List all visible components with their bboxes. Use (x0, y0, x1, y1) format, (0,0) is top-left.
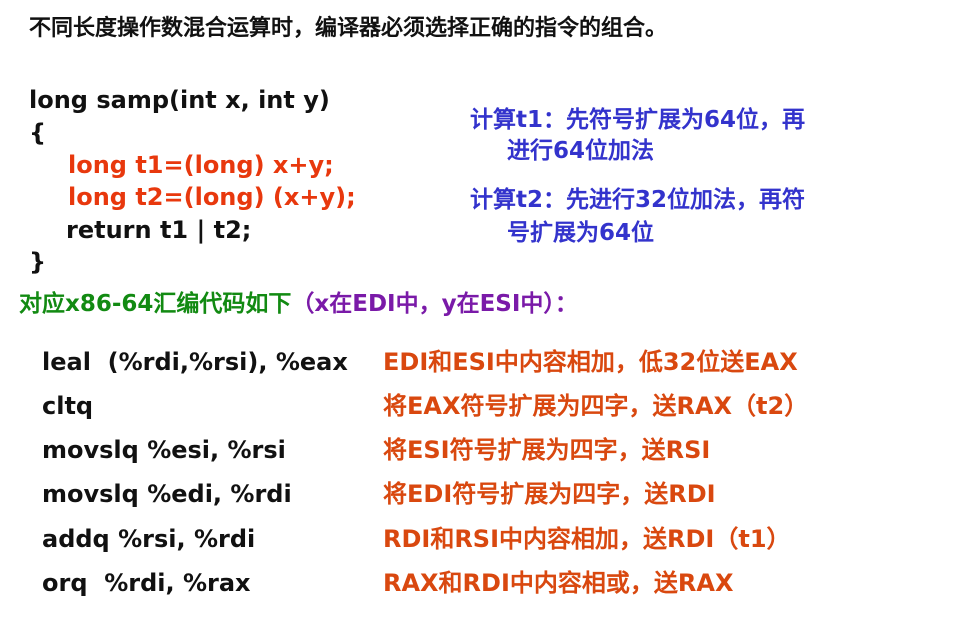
code-line-return: return t1 | t2; (66, 216, 252, 244)
code-line-t1: long t1=(long) x+y; (68, 151, 334, 179)
asm-row: orq %rdi, %rax RAX和RDI中内容相或，送RAX (0, 571, 956, 611)
asm-row: addq %rsi, %rdi RDI和RSI中内容相加，送RDI（t1） (0, 527, 956, 567)
asm-description: 将EDI符号扩展为四字，送RDI (383, 480, 716, 508)
asm-instruction: orq %rdi, %rax (42, 569, 251, 597)
asm-header-suffix: （x在EDI中，y在ESI中）： (291, 291, 578, 317)
code-line-t2: long t2=(long) (x+y); (68, 183, 356, 211)
note-t2-line2: 号扩展为64位 (507, 220, 655, 246)
asm-description: EDI和ESI中内容相加，低32位送EAX (383, 348, 798, 376)
asm-instruction: movslq %esi, %rsi (42, 436, 286, 464)
asm-row: movslq %esi, %rsi 将ESI符号扩展为四字，送RSI (0, 438, 956, 478)
asm-row: movslq %edi, %rdi 将EDI符号扩展为四字，送RDI (0, 482, 956, 522)
code-line-signature: long samp(int x, int y) (29, 86, 330, 114)
asm-instruction: movslq %edi, %rdi (42, 480, 292, 508)
page-title: 不同长度操作数混合运算时，编译器必须选择正确的指令的组合。 (29, 16, 668, 41)
code-line-open-brace: { (29, 119, 47, 147)
asm-description: RAX和RDI中内容相或，送RAX (383, 569, 734, 597)
asm-description: 将EAX符号扩展为四字，送RAX（t2） (383, 392, 809, 420)
note-t2-line1: 计算t2：先进行32位加法，再符 (470, 187, 806, 213)
asm-description: RDI和RSI中内容相加，送RDI（t1） (383, 525, 791, 553)
asm-instruction: leal (%rdi,%rsi), %eax (42, 348, 348, 376)
asm-row: cltq 将EAX符号扩展为四字，送RAX（t2） (0, 394, 956, 434)
asm-section-header: 对应x86-64汇编代码如下（x在EDI中，y在ESI中）： (19, 293, 578, 316)
asm-header-prefix: 对应x86-64汇编代码如下 (19, 291, 292, 317)
asm-instruction: addq %rsi, %rdi (42, 525, 256, 553)
note-t1-line2: 进行64位加法 (507, 138, 655, 164)
asm-row: leal (%rdi,%rsi), %eax EDI和ESI中内容相加，低32位… (0, 350, 956, 390)
note-t1-line1: 计算t1：先符号扩展为64位，再 (470, 107, 806, 133)
code-line-close-brace: } (29, 248, 47, 276)
asm-description: 将ESI符号扩展为四字，送RSI (383, 436, 711, 464)
asm-instruction: cltq (42, 392, 94, 420)
